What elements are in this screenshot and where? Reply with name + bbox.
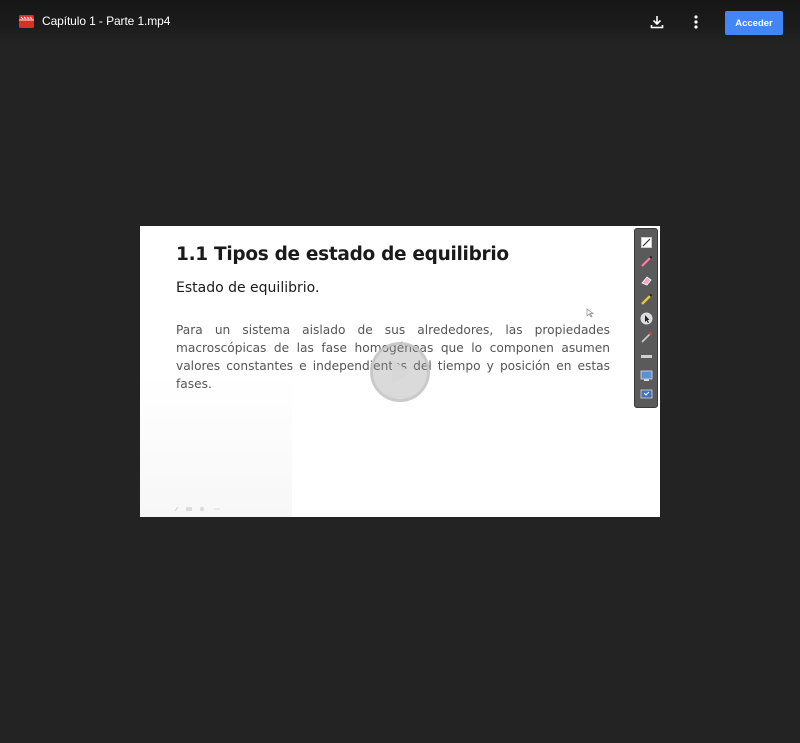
video-player[interactable]: 1.1 Tipos de estado de equilibrio Estado…	[140, 226, 660, 517]
slide-footer-marks	[174, 506, 224, 514]
eraser-icon[interactable]	[640, 274, 653, 287]
slide-title: 1.1 Tipos de estado de equilibrio	[176, 244, 509, 265]
slide-subtitle: Estado de equilibrio.	[176, 280, 320, 296]
footer-icons	[174, 506, 220, 512]
page-icon[interactable]	[640, 236, 653, 249]
sign-in-button[interactable]: Acceder	[725, 11, 783, 35]
annotation-toolbar	[634, 228, 658, 408]
laser-pen-icon[interactable]	[640, 331, 653, 344]
pointer-icon[interactable]	[640, 312, 653, 325]
download-icon	[650, 16, 664, 29]
slide-shade	[140, 376, 292, 517]
highlighter-icon[interactable]	[640, 293, 653, 306]
more-vert-icon	[694, 15, 698, 29]
play-icon	[392, 360, 411, 384]
line-icon[interactable]	[640, 350, 653, 363]
video-file-icon	[19, 15, 34, 28]
mouse-cursor-icon	[586, 308, 594, 318]
display-icon[interactable]	[640, 388, 653, 401]
file-title: Capítulo 1 - Parte 1.mp4	[42, 14, 171, 28]
more-options-button[interactable]	[686, 12, 706, 32]
top-bar: Capítulo 1 - Parte 1.mp4 Acceder	[0, 0, 800, 44]
pen-icon[interactable]	[640, 255, 653, 268]
play-button[interactable]	[370, 342, 430, 402]
download-button[interactable]	[647, 12, 667, 32]
screen-icon[interactable]	[640, 369, 653, 382]
